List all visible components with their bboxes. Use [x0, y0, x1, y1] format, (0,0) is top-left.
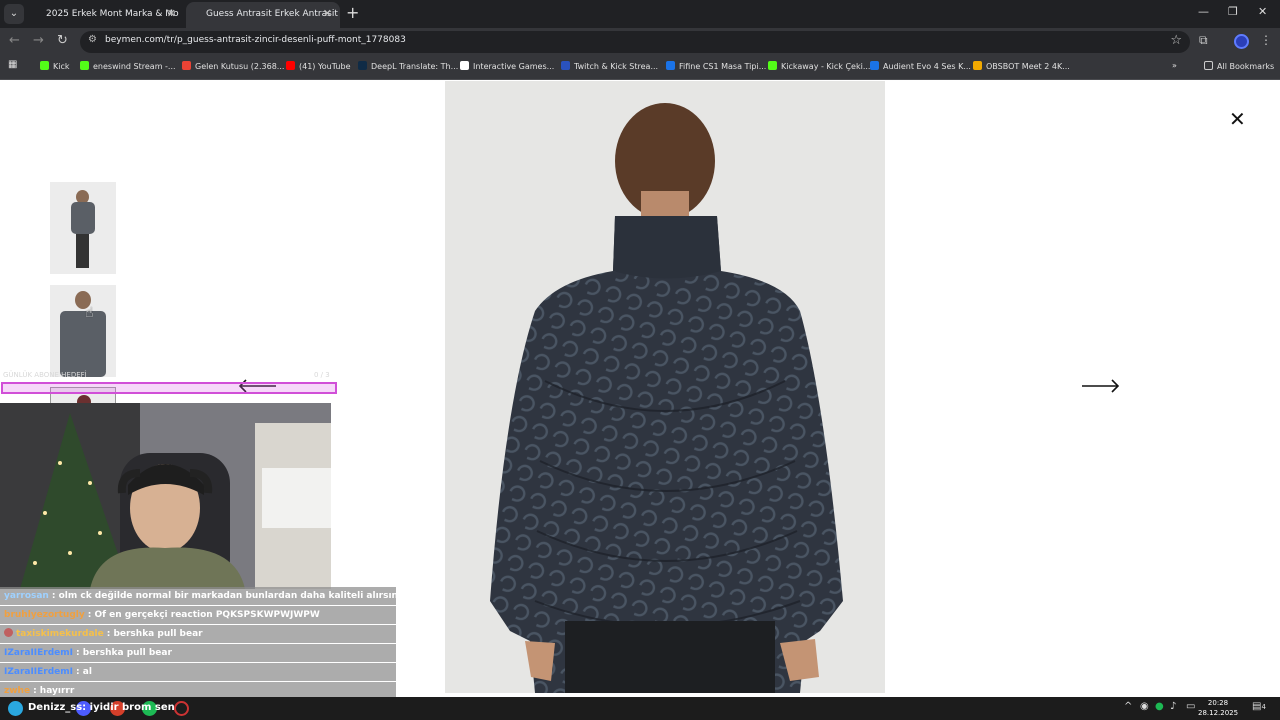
menu-icon[interactable]: ⋮: [1260, 33, 1272, 47]
close-icon[interactable]: ✕: [167, 2, 176, 26]
bookmark-item[interactable]: DeepL Translate: Th...: [358, 61, 458, 71]
bookmark-item[interactable]: Interactive Games...: [460, 61, 554, 71]
chat-message: taxiskimekurdale: bershka pull bear: [0, 625, 396, 643]
chat-message: IZaraIIErdemI: al: [0, 663, 396, 681]
bookmarks-bar: ▦ Kick eneswind Stream -... Gelen Kutusu (…: [0, 55, 1280, 80]
chat-message: bruhlyezortugly: Of en gerçekçi reaction…: [0, 606, 396, 624]
chat-text: : hayırrr: [33, 686, 75, 696]
volume-icon[interactable]: ♪: [1170, 701, 1176, 712]
site-info-icon[interactable]: ⚙: [88, 34, 97, 45]
apps-grid-icon[interactable]: ▦: [8, 59, 17, 70]
browser-toolbar: ← → ↻ ⚙ beymen.com/tr/p_guess-antrasit-z…: [0, 28, 1280, 55]
forward-icon[interactable]: →: [33, 33, 44, 48]
tab-title: 2025 Erkek Mont Marka & Mo: [46, 9, 179, 19]
system-clock[interactable]: 20:28 28.12.2025: [1198, 698, 1238, 718]
bookmark-item[interactable]: Gelen Kutusu (2.368...: [182, 61, 284, 71]
bookmark-favicon-icon: [40, 61, 49, 70]
address-bar[interactable]: ⚙ beymen.com/tr/p_guess-antrasit-zincir-…: [80, 31, 1190, 53]
obs-icon[interactable]: [174, 701, 189, 716]
bookmark-star-icon[interactable]: ☆: [1170, 33, 1182, 48]
chat-message: yarrosan: olm ck değilde normal bir mark…: [0, 587, 398, 605]
extensions-icon[interactable]: ⧉: [1199, 33, 1208, 48]
window-close-icon[interactable]: ✕: [1258, 5, 1267, 18]
tab-active[interactable]: Guess Antrasit Erkek Antrasit Zi ✕: [186, 2, 340, 28]
display-icon[interactable]: ▭: [1186, 701, 1195, 712]
bookmark-item[interactable]: OBSBOT Meet 2 4K...: [973, 61, 1070, 71]
minimize-icon[interactable]: —: [1198, 5, 1209, 18]
bookmark-favicon-icon: [80, 61, 89, 70]
hand-cursor-icon: ☝: [85, 305, 94, 321]
user-badge-icon: [4, 628, 13, 637]
more-bookmarks-icon[interactable]: »: [1172, 61, 1177, 70]
spotify-tray-icon[interactable]: ●: [1155, 701, 1164, 712]
discord-icon[interactable]: [8, 701, 23, 716]
product-main-image: [445, 81, 885, 693]
jacket-back-photo: [445, 81, 885, 693]
chat-text: : bershka pull bear: [106, 629, 203, 639]
bookmark-favicon-icon: [973, 61, 982, 70]
new-tab-icon[interactable]: +: [346, 5, 359, 21]
thumbnail-2[interactable]: [50, 285, 116, 377]
bookmark-favicon-icon: [870, 61, 879, 70]
chat-username[interactable]: yarrosan: [4, 591, 49, 601]
bookmark-favicon-icon: [182, 61, 191, 70]
subscriber-goal-label: GÜNLÜK ABONE HEDEFİ: [3, 371, 87, 379]
all-bookmarks-folder[interactable]: All Bookmarks: [1204, 61, 1274, 71]
close-viewer-icon[interactable]: ✕: [1229, 109, 1246, 129]
bookmark-item[interactable]: Audient Evo 4 Ses K...: [870, 61, 971, 71]
stream-chat: yarrosan: olm ck değilde normal bir mark…: [0, 587, 398, 701]
restore-icon[interactable]: ❐: [1228, 5, 1238, 18]
chat-text: : olm ck değilde normal bir markadan bun…: [51, 591, 398, 601]
bookmark-favicon-icon: [460, 61, 469, 70]
bookmark-item[interactable]: (41) YouTube: [286, 61, 351, 71]
thumbnail-1[interactable]: [50, 182, 116, 274]
discord-tray-icon[interactable]: ◉: [1140, 701, 1149, 712]
tab-inactive[interactable]: 2025 Erkek Mont Marka & Mo ✕: [0, 2, 184, 28]
bookmark-favicon-icon: [286, 61, 295, 70]
bookmark-favicon-icon: [768, 61, 777, 70]
bookmark-item[interactable]: Kickaway - Kick Çeki...: [768, 61, 870, 71]
webcam-feed: [0, 403, 331, 589]
windows-taskbar: Denizz_ss: iyidir brom sen ^ ◉ ● ♪ ▭ 20:…: [0, 697, 1280, 720]
bookmark-favicon-icon: [358, 61, 367, 70]
browser-tab-strip: ⌄ 2025 Erkek Mont Marka & Mo ✕ Guess Ant…: [0, 0, 1280, 28]
close-icon[interactable]: ✕: [323, 2, 332, 26]
chat-message: IZaraIIErdemI: bershka pull bear: [0, 644, 396, 662]
chat-text: : al: [76, 667, 92, 677]
bookmark-item[interactable]: eneswind Stream -...: [80, 61, 176, 71]
chat-username[interactable]: IZaraIIErdemI: [4, 667, 73, 677]
notification-icon[interactable]: ▤4: [1252, 701, 1266, 712]
chat-text: : Of en gerçekçi reaction PQKSPSKWPWJWPW: [87, 610, 320, 620]
chat-text: : bershka pull bear: [76, 648, 172, 658]
next-image-arrow-icon[interactable]: [1080, 376, 1120, 396]
url-text: beymen.com/tr/p_guess-antrasit-zincir-de…: [105, 35, 406, 45]
tray-chevron-icon[interactable]: ^: [1124, 701, 1132, 712]
reload-icon[interactable]: ↻: [57, 33, 68, 48]
stream-subtitle: Denizz_ss: iyidir brom sen: [28, 702, 175, 713]
subscriber-goal-bar: [1, 382, 337, 394]
back-icon[interactable]: ←: [9, 33, 20, 48]
bookmark-item[interactable]: Kick: [40, 61, 70, 71]
bookmark-favicon-icon: [666, 61, 675, 70]
tab-title: Guess Antrasit Erkek Antrasit Zi: [206, 9, 340, 19]
subscriber-goal-count: 0 / 3: [314, 371, 330, 379]
folder-icon: [1204, 61, 1213, 70]
chat-username[interactable]: zwhe: [4, 686, 30, 696]
bookmark-item[interactable]: Twitch & Kick Strea...: [561, 61, 658, 71]
bookmark-favicon-icon: [561, 61, 570, 70]
chat-username[interactable]: bruhlyezortugly: [4, 610, 85, 620]
profile-avatar[interactable]: [1234, 34, 1249, 49]
bookmark-item[interactable]: Fifine CS1 Masa Tipi...: [666, 61, 766, 71]
chat-username[interactable]: taxiskimekurdale: [16, 629, 104, 639]
chat-username[interactable]: IZaraIIErdemI: [4, 648, 73, 658]
